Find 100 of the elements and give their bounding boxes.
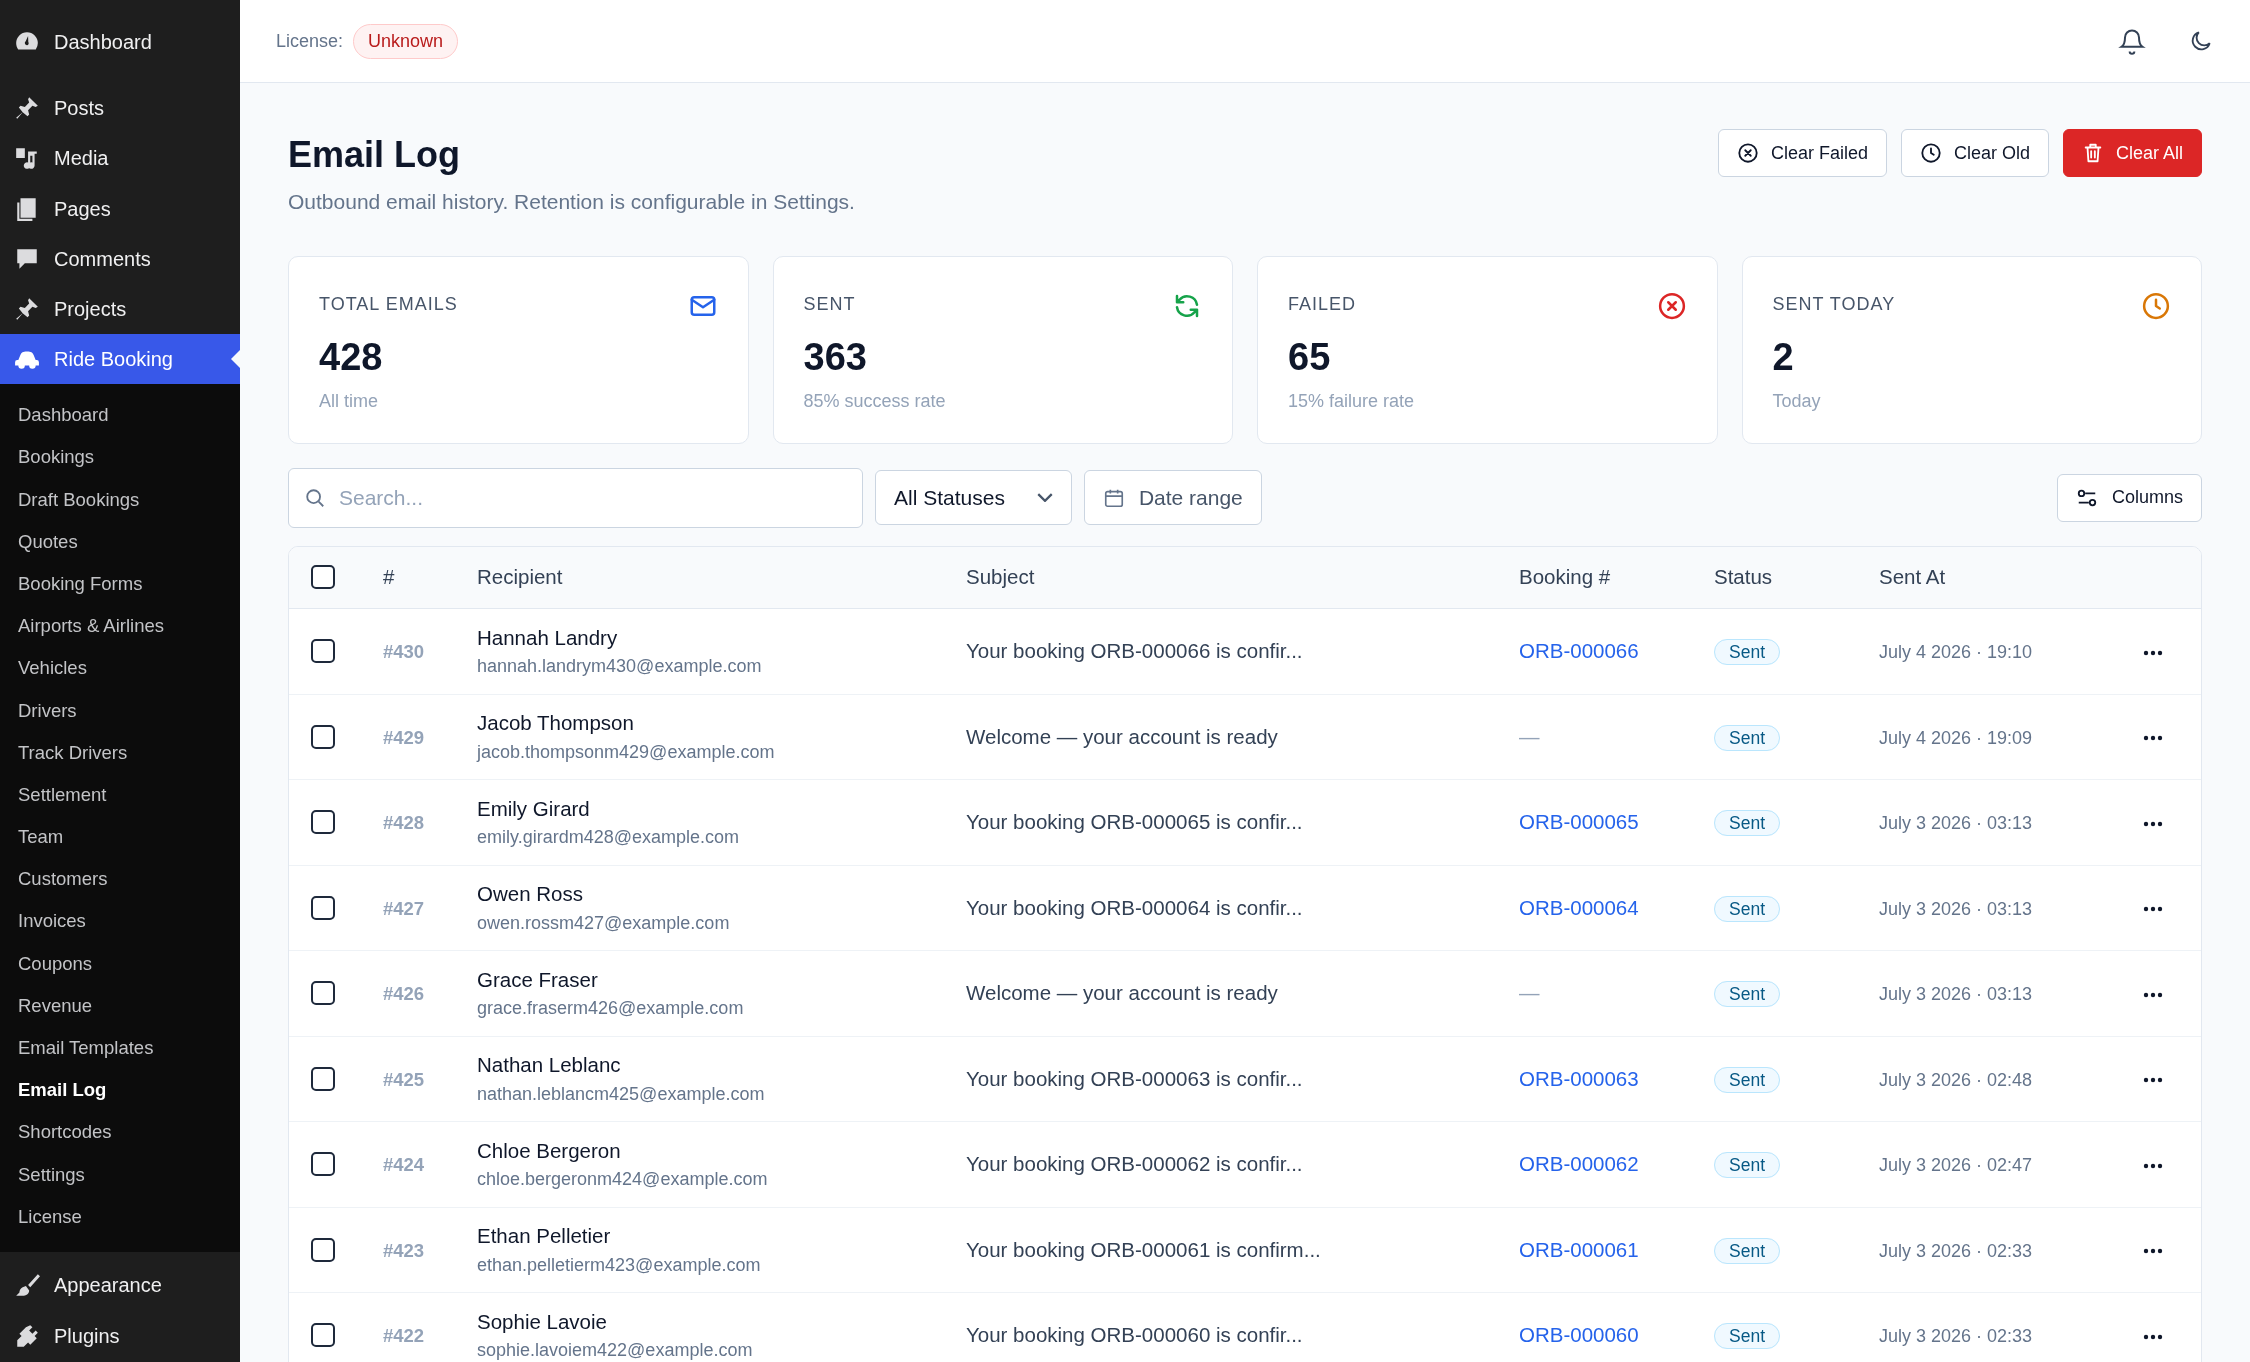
booking-link[interactable]: ORB-000061 [1519, 1237, 1639, 1261]
submenu-item[interactable]: Revenue [0, 984, 240, 1027]
submenu-item[interactable]: Vehicles [0, 647, 240, 690]
recipient-name: Emily Girard [477, 795, 591, 822]
row-checkbox[interactable] [311, 639, 335, 664]
date-range-field[interactable]: Date range [1083, 470, 1262, 526]
submenu-item[interactable]: Email Log [0, 1069, 240, 1112]
row-checkbox[interactable] [311, 981, 335, 1006]
status-tag: Sent [1714, 981, 1780, 1008]
sent-time: July 4 2026 · 19:10 [1879, 642, 2033, 663]
booking-link[interactable]: ORB-000060 [1519, 1323, 1639, 1347]
ellipsis-icon [2143, 1077, 2163, 1084]
recipient-email: hannah.landrym430@example.com [477, 655, 763, 679]
empty-booking: — [1519, 981, 1540, 1005]
bell-icon [2118, 27, 2146, 55]
sent-time: July 3 2026 · 02:33 [1879, 1326, 2033, 1347]
booking-link[interactable]: ORB-000063 [1519, 1066, 1639, 1090]
status-tag: Sent [1714, 1237, 1780, 1264]
ellipsis-icon [2143, 820, 2163, 827]
row-checkbox[interactable] [311, 1066, 335, 1091]
sidebar-item[interactable]: Projects [0, 283, 240, 335]
email-id: #430 [383, 641, 425, 663]
status-dropdown[interactable]: All Statuses [875, 470, 1072, 526]
booking-link[interactable]: ORB-000066 [1519, 639, 1639, 663]
booking-link[interactable]: ORB-000065 [1519, 810, 1639, 834]
recipient-email: emily.girardm428@example.com [477, 826, 741, 850]
row-checkbox[interactable] [311, 1323, 335, 1348]
recipient-email: grace.fraserm426@example.com [477, 997, 745, 1021]
status-tag: Sent [1714, 1323, 1780, 1350]
recipient-name: Chloe Bergeron [477, 1137, 622, 1164]
submenu-item[interactable]: Settlement [0, 773, 240, 817]
recipient-name: Sophie Lavoie [477, 1308, 608, 1335]
sent-time: July 4 2026 · 19:09 [1879, 727, 2033, 748]
booking-link[interactable]: ORB-000064 [1519, 895, 1639, 919]
submenu-item[interactable]: License [0, 1195, 240, 1238]
search-field[interactable]: Search... [288, 467, 863, 528]
ellipsis-icon [2143, 649, 2163, 656]
action-button[interactable]: Clear Failed [1717, 129, 1887, 177]
sidebar-item[interactable]: Posts [0, 83, 240, 134]
recipient-email: jacob.thompsonm429@example.com [477, 740, 776, 764]
license-label: License: [276, 29, 344, 53]
row-checkbox[interactable] [311, 724, 335, 749]
recipient-name: Owen Ross [477, 881, 584, 908]
recipient-email: sophie.lavoiem422@example.com [477, 1339, 754, 1362]
recipient-name: Nathan Leblanc [477, 1052, 622, 1079]
submenu-item[interactable]: Invoices [0, 900, 240, 943]
row-checkbox[interactable] [311, 1237, 335, 1262]
email-id: #423 [383, 1239, 425, 1261]
submenu-item[interactable]: Bookings [0, 436, 240, 479]
submenu-item[interactable]: Team [0, 816, 240, 859]
clear-all-button[interactable]: Clear All [2062, 129, 2202, 177]
booking-link[interactable]: ORB-000062 [1519, 1152, 1639, 1176]
sidebar-item[interactable]: Plugins [0, 1310, 240, 1362]
column-header: Sent At [1879, 565, 1946, 589]
submenu-item[interactable]: Email Templates [0, 1027, 240, 1070]
submenu-item[interactable]: Airports & Airlines [0, 605, 240, 648]
submenu-item[interactable]: Drivers [0, 689, 240, 732]
sidebar-item[interactable]: Ride Booking [0, 334, 240, 385]
clock-icon [2141, 290, 2171, 321]
chevron-down-icon [1036, 493, 1053, 503]
email-subject: Your booking ORB-000063 is confir... [966, 1066, 1303, 1090]
sidebar-item[interactable]: Pages [0, 183, 240, 234]
sidebar-item[interactable]: Appearance [0, 1259, 240, 1311]
submenu-item[interactable]: Quotes [0, 520, 240, 563]
email-subject: Your booking ORB-000060 is confir... [966, 1323, 1303, 1347]
stat-note: 85% success rate [803, 390, 947, 414]
recipient-name: Hannah Landry [477, 624, 619, 651]
ellipsis-icon [2143, 1162, 2163, 1169]
status-tag: Sent [1714, 1152, 1780, 1179]
email-id: #428 [383, 812, 425, 834]
stat-note: Today [1772, 390, 1822, 414]
email-id: #425 [383, 1068, 425, 1090]
row-checkbox[interactable] [311, 895, 335, 920]
row-checkbox[interactable] [311, 1152, 335, 1177]
ellipsis-icon [2143, 735, 2163, 742]
stat-note: All time [319, 390, 379, 414]
email-subject: Your booking ORB-000065 is confir... [966, 810, 1303, 834]
sidebar-item[interactable]: Comments [0, 233, 240, 284]
columns-button[interactable]: Columns [2056, 473, 2202, 522]
recipient-email: owen.rossm427@example.com [477, 911, 731, 935]
sidebar-item[interactable]: Media [0, 133, 240, 184]
submenu-item[interactable]: Draft Bookings [0, 478, 240, 521]
sent-time: July 3 2026 · 02:48 [1879, 1069, 2033, 1090]
submenu-item[interactable]: Track Drivers [0, 731, 240, 774]
email-id: #422 [383, 1325, 425, 1347]
row-checkbox[interactable] [311, 810, 335, 835]
submenu-item[interactable]: Customers [0, 858, 240, 901]
stat-label: SENT [803, 292, 856, 316]
action-button[interactable]: Clear Old [1900, 129, 2049, 177]
email-id: #429 [383, 726, 425, 748]
sent-time: July 3 2026 · 03:13 [1879, 813, 2033, 834]
submenu-item[interactable]: Booking Forms [0, 562, 240, 606]
select-all-checkbox[interactable] [311, 565, 335, 590]
pushpin-icon [14, 95, 40, 122]
submenu-item[interactable]: Dashboard [0, 394, 240, 437]
submenu-item[interactable]: Settings [0, 1153, 240, 1196]
submenu-item[interactable]: Shortcodes [0, 1111, 240, 1154]
stat-value: 65 [1288, 334, 1332, 380]
sidebar-item[interactable]: Dashboard [0, 17, 240, 68]
submenu-item[interactable]: Coupons [0, 942, 240, 985]
